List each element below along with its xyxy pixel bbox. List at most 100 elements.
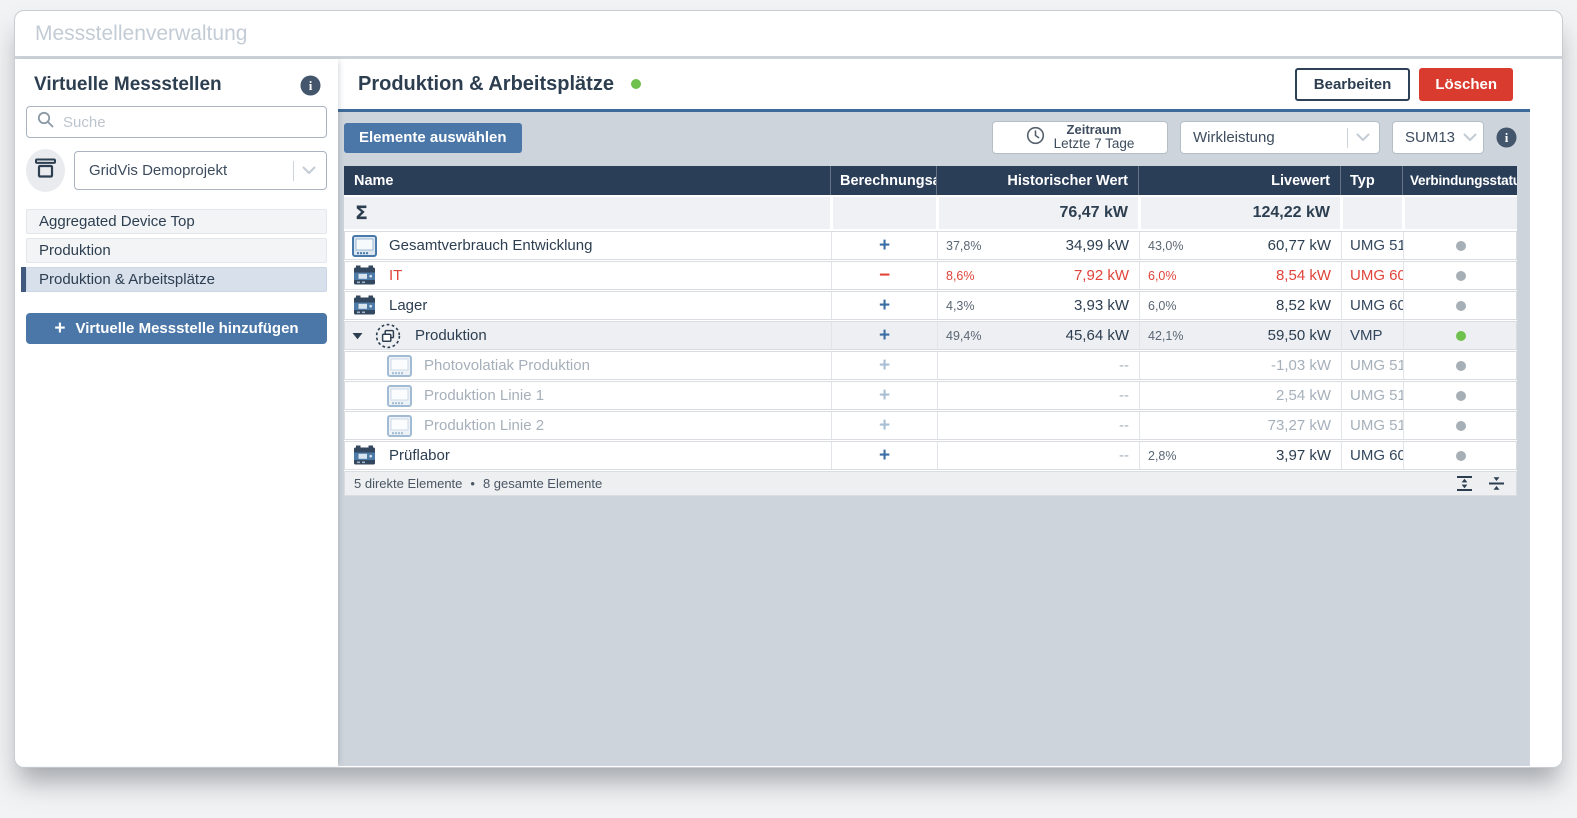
device-type-cell: UMG 512: [1341, 352, 1403, 379]
connection-status-cell: [1403, 232, 1518, 259]
name-cell: Prüflabor: [345, 442, 831, 469]
project-row: GridVis Demoprojekt: [26, 149, 327, 192]
kw-value: --: [1119, 387, 1129, 404]
percent-value: 6,0%: [1148, 269, 1177, 283]
kw-value: 34,99 kW: [1066, 237, 1129, 254]
kw-value: 8,52 kW: [1276, 297, 1331, 314]
info-icon[interactable]: i: [1496, 127, 1517, 148]
sidebar-item[interactable]: Aggregated Device Top: [26, 209, 327, 234]
status-dot: [1456, 391, 1466, 401]
delete-button[interactable]: Löschen: [1419, 68, 1513, 101]
live-value-cell: 43,0%60,77 kW: [1139, 232, 1341, 259]
aggregation-value: SUM13: [1405, 129, 1455, 146]
add-button-label: Virtuelle Messstelle hinzufügen: [75, 320, 298, 337]
row-name: Prüflabor: [389, 447, 450, 464]
sidebar-item[interactable]: Produktion: [26, 238, 327, 263]
device-type-cell: UMG 604: [1341, 262, 1403, 289]
device-type-cell: UMG 512: [1341, 232, 1403, 259]
name-cell: Lager: [345, 292, 831, 319]
kw-value: 45,64 kW: [1066, 327, 1129, 344]
calculation-cell: +: [831, 322, 937, 349]
footer-bullet: •: [470, 476, 475, 491]
kw-value: 3,93 kW: [1074, 297, 1129, 314]
expand-all-icon[interactable]: [1456, 475, 1473, 492]
select-elements-button[interactable]: Elemente auswählen: [344, 123, 522, 153]
live-value-cell: 6,0% 8,54 kW: [1139, 262, 1341, 289]
titlebar: Messstellenverwaltung: [15, 11, 1562, 59]
period-button[interactable]: Zeitraum Letzte 7 Tage: [992, 121, 1168, 154]
table-row[interactable]: Produktion Linie 2+--73,27 kWUMG 512: [344, 411, 1517, 440]
svg-text:i: i: [1505, 130, 1509, 145]
chevron-down-icon: [302, 162, 316, 180]
row-name: Produktion: [415, 327, 487, 344]
online-status-dot: [631, 79, 641, 89]
sum-historical-cell: 76,47 kW: [936, 197, 1138, 229]
edit-button[interactable]: Bearbeiten: [1295, 68, 1411, 101]
table-row[interactable]: IT−8,6%7,92 kW6,0%8,54 kWUMG 604: [344, 261, 1517, 290]
sum-symbol-cell: Σ: [344, 197, 830, 229]
status-dot: [1456, 451, 1466, 461]
select-separator: [1347, 128, 1348, 148]
header-actions: Bearbeiten Löschen: [1295, 68, 1513, 101]
device-type-cell: UMG 511: [1341, 382, 1403, 409]
kw-value: 60,77 kW: [1268, 237, 1331, 254]
operation-sign: +: [879, 236, 890, 255]
collapse-all-icon[interactable]: [1488, 475, 1505, 492]
row-name: Gesamtverbrauch Entwicklung: [389, 237, 592, 254]
percent-value: 37,8%: [946, 239, 981, 253]
calculation-cell: +: [831, 292, 937, 319]
operation-sign: −: [879, 266, 890, 285]
kw-value: 8,54 kW: [1276, 267, 1331, 284]
row-name: Produktion Linie 2: [424, 417, 544, 434]
table-row[interactable]: Lager+4,3%3,93 kW6,0%8,52 kWUMG 604: [344, 291, 1517, 320]
panel-meter-icon: [387, 385, 412, 407]
name-cell: Gesamtverbrauch Entwicklung: [345, 232, 831, 259]
search-box: [26, 106, 327, 138]
main-header: Produktion & Arbeitsplätze Bearbeiten Lö…: [338, 59, 1530, 109]
table-row[interactable]: Produktion+49,4%45,64 kW42,1%59,50 kWVMP: [344, 321, 1517, 350]
project-select[interactable]: GridVis Demoprojekt: [74, 151, 327, 190]
measurement-select[interactable]: Wirkleistung: [1180, 121, 1380, 154]
aggregation-select[interactable]: SUM13: [1392, 121, 1484, 154]
kw-value: 7,92 kW: [1074, 267, 1129, 284]
search-input[interactable]: [63, 114, 316, 131]
calculation-cell: +: [831, 352, 937, 379]
sum-live-cell: 124,22 kW: [1138, 197, 1340, 229]
column-header-livewert: Livewert: [1138, 166, 1340, 195]
period-text: Zeitraum Letzte 7 Tage: [1054, 123, 1135, 152]
percent-value: 4,3%: [946, 299, 975, 313]
sidebar-item[interactable]: Produktion & Arbeitsplätze: [26, 267, 327, 292]
expander-icon[interactable]: [352, 332, 363, 340]
period-label: Zeitraum: [1054, 123, 1135, 137]
row-name: Produktion Linie 1: [424, 387, 544, 404]
table-row[interactable]: Gesamtverbrauch Entwicklung +37,8% 34,99 k…: [344, 231, 1517, 260]
sidebar: Virtuelle Messstellen i GridVis Demoproj…: [15, 59, 338, 766]
kw-value: --: [1119, 357, 1129, 374]
rail-meter-icon: [352, 295, 377, 317]
status-dot: [1456, 421, 1466, 431]
panel-meter-icon: [352, 235, 377, 257]
row-name: Lager: [389, 297, 427, 314]
calculation-cell: +: [831, 232, 937, 259]
device-type-cell: VMP: [1341, 322, 1403, 349]
page-title: Produktion & Arbeitsplätze: [358, 73, 614, 96]
live-value-cell: 2,8%3,97 kW: [1139, 442, 1341, 469]
right-strip: [1530, 59, 1562, 766]
kw-value: 2,54 kW: [1276, 387, 1331, 404]
info-icon[interactable]: i: [300, 75, 321, 96]
table-header-row: NameBerechnungsartHistorischer WertLivew…: [344, 166, 1517, 195]
table-row[interactable]: Photovolatiak Produktion+---1,03 kWUMG 5…: [344, 351, 1517, 380]
name-cell: Produktion: [345, 322, 831, 349]
percent-value: 42,1%: [1148, 329, 1183, 343]
add-virtual-meter-button[interactable]: + Virtuelle Messstelle hinzufügen: [26, 313, 327, 344]
device-type-cell: UMG 604: [1341, 442, 1403, 469]
connection-status-cell: [1403, 262, 1518, 289]
historical-value-cell: --: [937, 382, 1139, 409]
table-row[interactable]: Prüflabor+--2,8%3,97 kWUMG 604: [344, 441, 1517, 470]
table-row[interactable]: Produktion Linie 1 + -- 2,54 kW UMG 511: [344, 381, 1517, 410]
calculation-cell: +: [831, 382, 937, 409]
status-dot: [1456, 271, 1466, 281]
historical-value-cell: 8,6%7,92 kW: [937, 262, 1139, 289]
percent-value: 49,4%: [946, 329, 981, 343]
rail-meter-icon: [352, 445, 377, 467]
